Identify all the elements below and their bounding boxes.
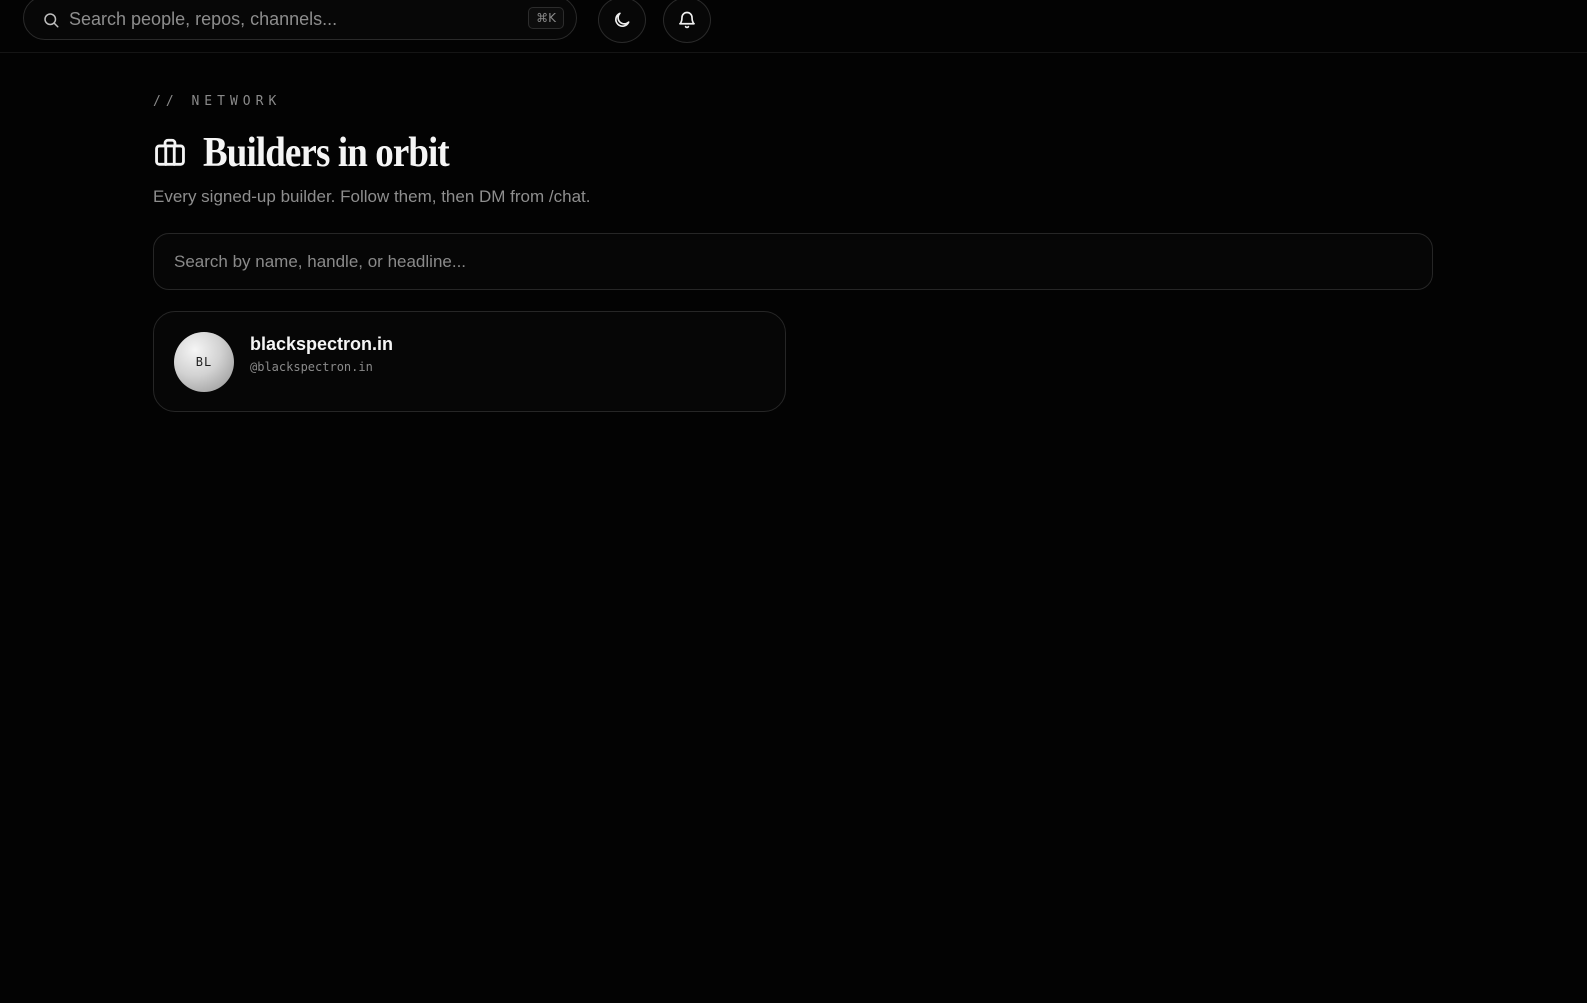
person-card[interactable]: BL blackspectron.in @blackspectron.in xyxy=(153,311,786,412)
global-search[interactable]: ⌘K xyxy=(23,0,577,40)
person-handle: @blackspectron.in xyxy=(250,360,373,374)
avatar: BL xyxy=(174,332,234,392)
page-title-row: Builders in orbit xyxy=(153,129,1433,177)
section-eyebrow: // NETWORK xyxy=(153,94,282,109)
network-page: // NETWORK Builders in orbit Every signe… xyxy=(153,93,1433,412)
people-search[interactable] xyxy=(153,233,1433,290)
shortcut-badge: ⌘K xyxy=(528,7,564,29)
people-list: BL blackspectron.in @blackspectron.in xyxy=(153,311,1433,412)
page-title: Builders in orbit xyxy=(203,130,450,176)
theme-toggle-button[interactable] xyxy=(598,0,646,43)
people-search-input[interactable] xyxy=(174,248,1394,276)
page-subtitle: Every signed-up builder. Follow them, th… xyxy=(153,187,591,206)
global-search-input[interactable] xyxy=(69,5,509,33)
person-name: blackspectron.in xyxy=(250,334,394,354)
notifications-button[interactable] xyxy=(663,0,711,43)
search-icon xyxy=(44,13,59,28)
moon-icon xyxy=(615,12,630,27)
bell-icon xyxy=(679,11,695,29)
briefcase-icon xyxy=(155,138,185,166)
top-bar: ⌘K xyxy=(0,0,1587,53)
